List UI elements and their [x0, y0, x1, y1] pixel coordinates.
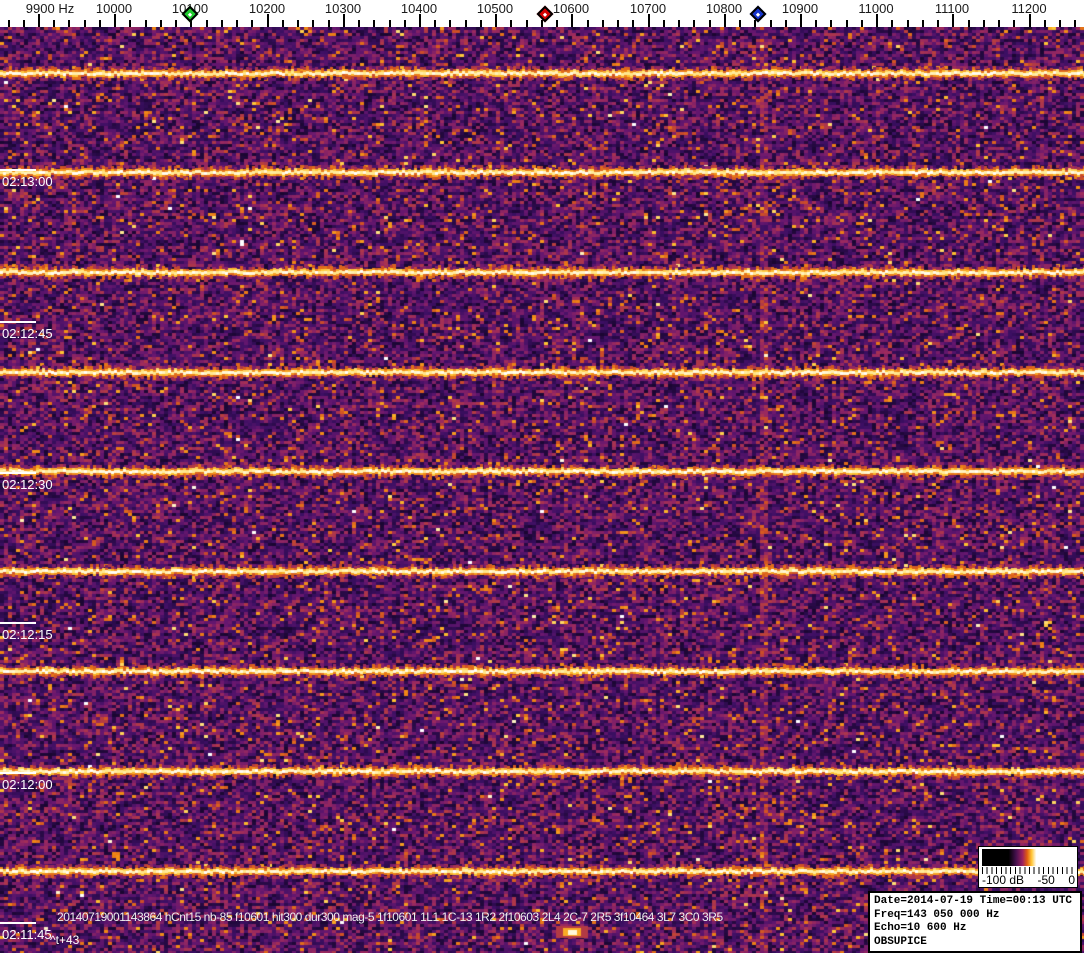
time-tick — [0, 169, 36, 171]
freq-minor-tick — [983, 20, 985, 27]
freq-minor-tick — [84, 20, 86, 27]
spectrogram-canvas — [0, 27, 1084, 953]
time-tick — [0, 321, 36, 323]
time-label: 02:12:15 — [2, 627, 53, 642]
freq-label: 9900 Hz — [26, 1, 74, 16]
time-tick — [0, 922, 36, 924]
freq-minor-tick — [922, 20, 924, 27]
cursor-time-note: ^t+43 — [50, 933, 79, 947]
freq-label: 11000 — [858, 1, 893, 16]
freq-label: 10000 — [96, 1, 132, 16]
time-tick — [0, 622, 36, 624]
freq-minor-tick — [785, 20, 787, 27]
frequency-ruler[interactable]: 9900 Hz100001010010200103001040010500106… — [0, 0, 1084, 27]
freq-label: 10700 — [630, 1, 666, 16]
freq-minor-tick — [312, 20, 314, 27]
info-station: OBSUPICE — [874, 936, 1080, 950]
freq-minor-tick — [282, 20, 284, 27]
freq-minor-tick — [1044, 20, 1046, 27]
freq-minor-tick — [815, 20, 817, 27]
blue-diamond-marker-icon[interactable] — [750, 6, 767, 23]
freq-label: 10900 — [782, 1, 818, 16]
time-label: 02:12:30 — [2, 477, 53, 492]
freq-minor-tick — [937, 20, 939, 27]
freq-label: 10800 — [706, 1, 742, 16]
freq-minor-tick — [632, 20, 634, 27]
freq-minor-tick — [526, 20, 528, 27]
time-tick — [0, 472, 36, 474]
freq-minor-tick — [770, 20, 772, 27]
colorbar-label-max: 0 — [1068, 874, 1075, 887]
freq-minor-tick — [968, 20, 970, 27]
freq-minor-tick — [830, 20, 832, 27]
freq-minor-tick — [221, 20, 223, 27]
freq-minor-tick — [861, 20, 863, 27]
freq-label: 11200 — [1011, 1, 1046, 16]
freq-label: 10400 — [401, 1, 437, 16]
freq-minor-tick — [510, 20, 512, 27]
spectrogram-window: 9900 Hz100001010010200103001040010500106… — [0, 0, 1084, 953]
colorbar-label-mid: -50 — [1038, 874, 1055, 887]
freq-minor-tick — [739, 20, 741, 27]
colorbar-label-min: -100 dB — [982, 874, 1024, 887]
freq-minor-tick — [23, 20, 25, 27]
info-frequency: Freq=143 050 000 Hz — [874, 909, 1080, 923]
freq-minor-tick — [389, 20, 391, 27]
freq-label: 10300 — [325, 1, 361, 16]
freq-minor-tick — [1059, 20, 1061, 27]
freq-minor-tick — [8, 20, 10, 27]
freq-label: 11100 — [935, 1, 969, 16]
freq-minor-tick — [160, 20, 162, 27]
freq-minor-tick — [251, 20, 253, 27]
freq-minor-tick — [328, 20, 330, 27]
freq-minor-tick — [373, 20, 375, 27]
freq-minor-tick — [449, 20, 451, 27]
time-label: 02:11:45 — [2, 927, 52, 942]
time-tick — [0, 772, 36, 774]
freq-label: 10200 — [249, 1, 285, 16]
freq-minor-tick — [236, 20, 238, 27]
freq-minor-tick — [846, 20, 848, 27]
freq-minor-tick — [602, 20, 604, 27]
freq-minor-tick — [587, 20, 589, 27]
freq-minor-tick — [1074, 20, 1076, 27]
freq-minor-tick — [145, 20, 147, 27]
freq-minor-tick — [556, 20, 558, 27]
freq-minor-tick — [891, 20, 893, 27]
info-date-time: Date=2014-07-19 Time=00:13 UTC — [874, 895, 1080, 909]
detection-annotation: 20140719001143864 hCnt15 nb-85 f10601 hi… — [57, 910, 723, 924]
freq-minor-tick — [358, 20, 360, 27]
freq-minor-tick — [663, 20, 665, 27]
freq-minor-tick — [129, 20, 131, 27]
freq-minor-tick — [206, 20, 208, 27]
time-label: 02:12:00 — [2, 777, 53, 792]
freq-minor-tick — [465, 20, 467, 27]
freq-label: 10600 — [553, 1, 589, 16]
colorbar: -100 dB -50 0 — [978, 846, 1078, 888]
freq-minor-tick — [99, 20, 101, 27]
freq-minor-tick — [709, 20, 711, 27]
freq-minor-tick — [1013, 20, 1015, 27]
colorbar-labels: -100 dB -50 0 — [982, 874, 1075, 887]
info-echo: Echo=10 600 Hz — [874, 922, 1080, 936]
colorbar-gradient-icon — [982, 849, 1074, 866]
freq-minor-tick — [297, 20, 299, 27]
freq-minor-tick — [68, 20, 70, 27]
freq-label: 10500 — [477, 1, 513, 16]
freq-minor-tick — [175, 20, 177, 27]
freq-minor-tick — [617, 20, 619, 27]
freq-minor-tick — [907, 20, 909, 27]
freq-minor-tick — [404, 20, 406, 27]
time-label: 02:12:45 — [2, 326, 53, 341]
observation-info-box: Date=2014-07-19 Time=00:13 UTC Freq=143 … — [868, 891, 1082, 953]
freq-minor-tick — [678, 20, 680, 27]
freq-minor-tick — [53, 20, 55, 27]
freq-minor-tick — [693, 20, 695, 27]
red-diamond-marker-icon[interactable] — [537, 6, 554, 23]
freq-minor-tick — [434, 20, 436, 27]
freq-minor-tick — [480, 20, 482, 27]
time-label: 02:13:00 — [2, 174, 53, 189]
freq-minor-tick — [998, 20, 1000, 27]
